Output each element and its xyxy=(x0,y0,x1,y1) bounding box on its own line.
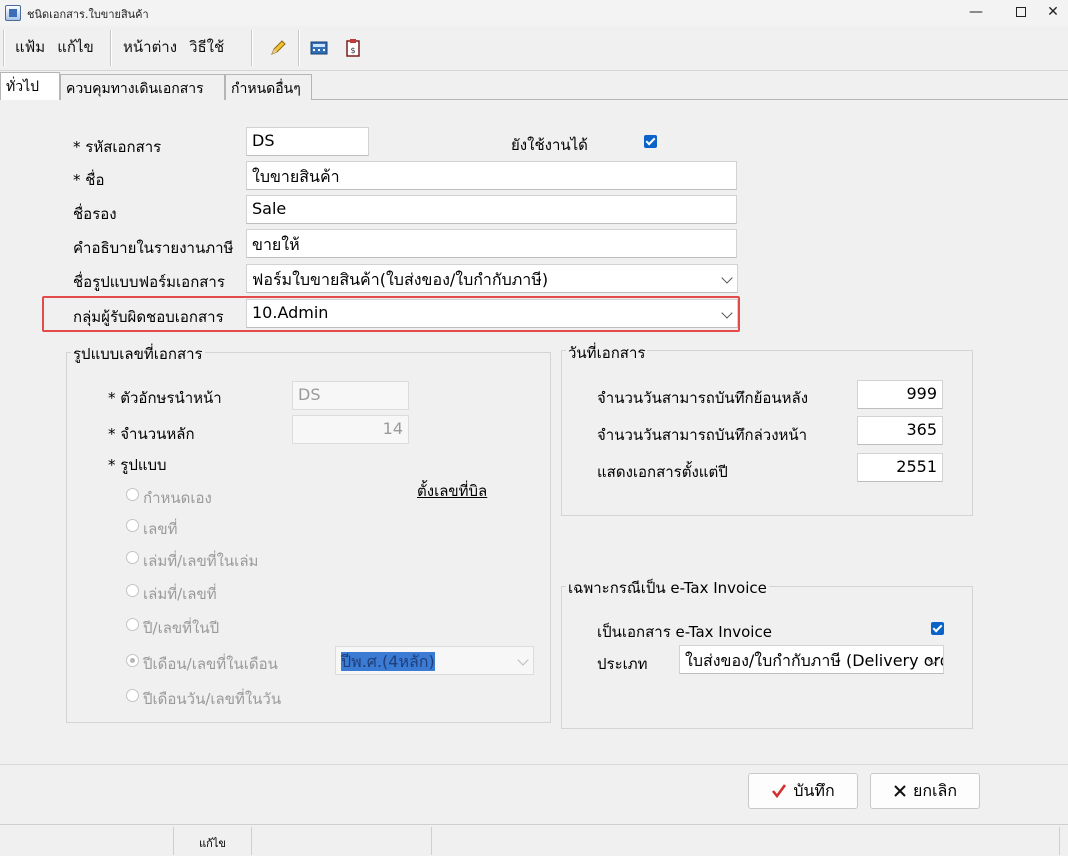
close-icon xyxy=(894,785,906,797)
backdate-label: จำนวนวันสามารถบันทึกย้อนหลัง xyxy=(597,389,809,407)
prefix-input[interactable]: DS xyxy=(292,381,409,410)
etax-type-select[interactable]: ใบส่งของ/ใบกำกับภาษี (Delivery order/Tax… xyxy=(679,645,944,674)
tab-other-settings[interactable]: กำหนดอื่นๆ xyxy=(225,74,312,100)
cancel-button[interactable]: ยกเลิก xyxy=(870,773,980,809)
toolbar-separator xyxy=(251,30,253,66)
radio-custom-label: กำหนดเอง xyxy=(143,489,212,507)
radio-year-month-number-label: ปีเดือน/เลขที่ในเดือน xyxy=(143,655,278,673)
menu-file[interactable]: แฟ้ม xyxy=(9,35,51,59)
calculator-icon[interactable] xyxy=(309,38,329,58)
etax-type-value: ใบส่งของ/ใบกำกับภาษี (Delivery order/Tax… xyxy=(685,651,943,670)
radio-book-number-label: เล่มที่/เลขที่ xyxy=(143,585,217,603)
menu-toolbar: แฟ้ม แก้ไข หน้าต่าง วิธีใช้ $ xyxy=(0,26,1068,71)
show-since-year-input[interactable]: 2551 xyxy=(857,453,943,482)
radio-date-number[interactable] xyxy=(126,689,139,702)
form-template-label: ชื่อรูปแบบฟอร์มเอกสาร xyxy=(73,273,225,291)
status-mode: แก้ไข xyxy=(174,827,252,855)
close-button[interactable]: ✕ xyxy=(1030,0,1068,24)
radio-number[interactable] xyxy=(126,519,139,532)
forward-date-input[interactable]: 365 xyxy=(857,416,943,445)
status-cell xyxy=(0,827,174,855)
highlight-box xyxy=(42,296,740,332)
digits-input[interactable]: 14 xyxy=(292,415,409,444)
maximize-icon xyxy=(1016,7,1026,17)
tab-general[interactable]: ทั่วไป xyxy=(0,72,60,100)
digits-label: * จำนวนหลัก xyxy=(108,425,195,443)
toolbar-separator xyxy=(110,30,112,66)
tab-document-flow[interactable]: ควบคุมทางเดินเอกสาร xyxy=(60,74,225,100)
year-format-value: ปีพ.ศ.(4หลัก) xyxy=(341,652,435,671)
svg-text:$: $ xyxy=(350,46,355,55)
forward-date-label: จำนวนวันสามารถบันทึกล่วงหน้า xyxy=(597,426,808,444)
chevron-down-icon xyxy=(517,654,529,666)
radio-date-number-label: ปีเดือนวัน/เลขที่ในวัน xyxy=(143,690,282,708)
clipboard-icon[interactable]: $ xyxy=(343,38,363,58)
menu-window[interactable]: หน้าต่าง xyxy=(117,35,183,59)
prefix-label: * ตัวอักษรนำหน้า xyxy=(108,389,222,407)
menu-edit[interactable]: แก้ไข xyxy=(51,35,100,59)
window-title: ชนิดเอกสาร.ใบขายสินค้า xyxy=(27,8,149,21)
menu-help[interactable]: วิธีใช้ xyxy=(183,35,230,59)
subname-label: ชื่อรอง xyxy=(73,205,117,223)
tab-strip: ทั่วไป ควบคุมทางเดินเอกสาร กำหนดอื่นๆ xyxy=(0,72,1068,100)
name-label: * ชื่อ xyxy=(73,171,105,189)
pencil-icon[interactable] xyxy=(268,38,288,58)
minimize-button[interactable]: — xyxy=(953,0,999,24)
footer-divider xyxy=(0,764,1068,765)
radio-book-number[interactable] xyxy=(126,584,139,597)
save-button-label: บันทึก xyxy=(793,780,835,800)
name-input[interactable]: ใบขายสินค้า xyxy=(246,161,737,190)
format-label: * รูปแบบ xyxy=(108,456,167,474)
document-code-input[interactable]: DS xyxy=(246,127,369,156)
chevron-down-icon xyxy=(721,272,733,284)
etax-title: เฉพาะกรณีเป็น e-Tax Invoice xyxy=(566,576,769,600)
status-cell xyxy=(252,827,432,855)
form-template-select[interactable]: ฟอร์มใบขายสินค้า(ใบส่งของ/ใบกำกับภาษี) xyxy=(246,264,738,293)
is-etax-label: เป็นเอกสาร e-Tax Invoice xyxy=(597,623,772,641)
status-bar: แก้ไข xyxy=(0,824,1068,856)
tax-description-label: คำอธิบายในรายงานภาษี xyxy=(73,239,234,257)
radio-year-month-number[interactable] xyxy=(126,654,139,667)
document-date-title: วันที่เอกสาร xyxy=(566,341,648,365)
subname-input[interactable]: Sale xyxy=(246,195,737,224)
backdate-input[interactable]: 999 xyxy=(857,380,943,409)
radio-book-number-in-book-label: เล่มที่/เลขที่ในเล่ม xyxy=(143,552,259,570)
tax-description-input[interactable]: ขายให้ xyxy=(246,229,737,258)
app-icon xyxy=(5,5,21,21)
toolbar-separator xyxy=(298,30,300,66)
title-bar: ชนิดเอกสาร.ใบขายสินค้า — ✕ xyxy=(0,0,1068,26)
status-cell xyxy=(432,827,1060,855)
etax-type-label: ประเภท xyxy=(597,655,648,673)
toolbar-grip xyxy=(3,30,5,66)
document-code-label: * รหัสเอกสาร xyxy=(73,138,162,156)
year-format-select[interactable]: ปีพ.ศ.(4หลัก) xyxy=(335,646,534,675)
radio-custom[interactable] xyxy=(126,488,139,501)
radio-book-number-in-book[interactable] xyxy=(126,551,139,564)
radio-number-label: เลขที่ xyxy=(143,520,178,538)
checkmark-icon xyxy=(772,784,787,799)
active-label: ยังใช้งานได้ xyxy=(511,136,588,154)
active-checkbox[interactable] xyxy=(644,135,657,148)
save-button[interactable]: บันทึก xyxy=(748,773,858,809)
radio-year-number-label: ปี/เลขที่ในปี xyxy=(143,619,220,637)
is-etax-checkbox[interactable] xyxy=(931,622,944,635)
document-number-title: รูปแบบเลขที่เอกสาร xyxy=(71,342,205,366)
show-since-year-label: แสดงเอกสารตั้งแต่ปี xyxy=(597,463,728,481)
set-bill-number-link[interactable]: ตั้งเลขที่บิล xyxy=(417,479,487,503)
radio-year-number[interactable] xyxy=(126,618,139,631)
cancel-button-label: ยกเลิก xyxy=(912,780,958,800)
form-template-value: ฟอร์มใบขายสินค้า(ใบส่งของ/ใบกำกับภาษี) xyxy=(252,270,549,289)
